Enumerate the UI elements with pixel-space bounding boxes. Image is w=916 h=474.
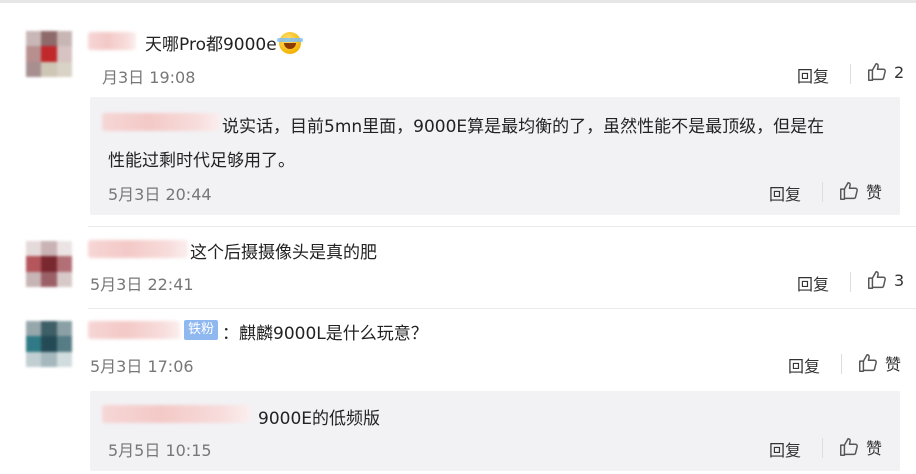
comment-text: 天哪Pro都9000e bbox=[145, 30, 303, 55]
action-divider bbox=[850, 64, 851, 84]
avatar-pixel bbox=[56, 351, 72, 367]
reply-username[interactable] bbox=[102, 405, 250, 423]
avatar-pixel bbox=[41, 271, 57, 287]
avatar-pixel bbox=[41, 46, 57, 62]
reply-username[interactable] bbox=[102, 113, 220, 131]
reply-text-line-1: 说实话，目前5mn里面，9000E算是最均衡的了，虽然性能不是最顶级，但是在 bbox=[222, 117, 825, 137]
thumbs-up-icon bbox=[840, 182, 858, 200]
comment-text: ：麒麟9000L是什么玩意？ bbox=[222, 324, 428, 344]
comment-time: 5月3日 17:06 bbox=[90, 357, 194, 376]
reply-2: 9000E的低频版 5月5日 10:15 回复 赞 bbox=[90, 391, 900, 471]
like-button[interactable]: 赞 bbox=[838, 179, 882, 203]
like-label: 赞 bbox=[866, 183, 883, 202]
avatar-pixel bbox=[56, 61, 72, 77]
avatar[interactable] bbox=[26, 241, 72, 287]
avatar-pixel bbox=[56, 241, 72, 257]
avatar-pixel bbox=[41, 256, 57, 272]
like-count: 2 bbox=[894, 62, 905, 82]
thumbs-up-icon bbox=[840, 438, 858, 456]
username[interactable] bbox=[88, 32, 136, 50]
reply-1: 说实话，目前5mn里面，9000E算是最均衡的了，虽然性能不是最顶级，但是在 性… bbox=[90, 97, 900, 215]
like-button[interactable]: 2 bbox=[866, 61, 904, 83]
reply-text-line-2: 性能过剩时代足够用了。 bbox=[108, 151, 295, 171]
reply-time: 5月3日 20:44 bbox=[108, 185, 212, 204]
action-divider bbox=[850, 272, 851, 292]
action-divider bbox=[822, 182, 823, 202]
avatar-pixel bbox=[56, 256, 72, 272]
avatar[interactable] bbox=[26, 31, 72, 77]
comment-text: 这个后摄摄像头是真的肥 bbox=[190, 243, 377, 263]
action-divider bbox=[822, 438, 823, 458]
fan-badge[interactable]: 铁粉 bbox=[184, 320, 219, 340]
avatar[interactable] bbox=[26, 321, 72, 367]
avatar-pixel bbox=[41, 241, 57, 257]
reply-button[interactable]: 回复 bbox=[788, 353, 820, 377]
avatar-pixel bbox=[41, 31, 57, 47]
thumbs-up-icon bbox=[868, 63, 886, 81]
avatar-pixel bbox=[26, 46, 42, 62]
avatar-pixel bbox=[41, 61, 57, 77]
username[interactable] bbox=[88, 321, 180, 339]
avatar-pixel bbox=[26, 241, 42, 257]
reply-button[interactable]: 回复 bbox=[769, 437, 801, 461]
comment-3: 铁粉 ：麒麟9000L是什么玩意？ 5月3日 17:06 回复 赞 bbox=[0, 309, 916, 389]
avatar-pixel bbox=[26, 351, 42, 367]
avatar-pixel bbox=[26, 271, 42, 287]
like-button[interactable]: 赞 bbox=[838, 435, 882, 459]
reply-button[interactable]: 回复 bbox=[797, 63, 829, 87]
action-divider bbox=[841, 354, 842, 374]
comment-2: 这个后摄摄像头是真的肥 5月3日 22:41 回复 3 bbox=[0, 227, 916, 307]
comment-1: 天哪Pro都9000e 月3日 19:08 回复 2 bbox=[0, 0, 916, 95]
comment-time: 月3日 19:08 bbox=[102, 68, 196, 87]
avatar-pixel bbox=[56, 271, 72, 287]
avatar-pixel bbox=[56, 31, 72, 47]
avatar-pixel bbox=[56, 336, 72, 352]
thumbs-up-icon bbox=[868, 271, 886, 289]
avatar-pixel bbox=[41, 351, 57, 367]
comment-time: 5月3日 22:41 bbox=[90, 275, 194, 294]
avatar-pixel bbox=[26, 336, 42, 352]
reply-time: 5月5日 10:15 bbox=[108, 441, 212, 460]
username[interactable] bbox=[88, 240, 188, 258]
laughing-tears-emoji-icon bbox=[276, 32, 303, 54]
reply-button[interactable]: 回复 bbox=[769, 181, 801, 205]
like-count: 3 bbox=[894, 270, 905, 290]
reply-text: 9000E的低频版 bbox=[258, 409, 381, 429]
avatar-pixel bbox=[26, 61, 42, 77]
like-label: 赞 bbox=[866, 439, 883, 458]
avatar-pixel bbox=[41, 321, 57, 337]
reply-button[interactable]: 回复 bbox=[797, 271, 829, 295]
thumbs-up-icon bbox=[859, 354, 877, 372]
avatar-pixel bbox=[26, 256, 42, 272]
avatar-pixel bbox=[56, 321, 72, 337]
like-button[interactable]: 赞 bbox=[857, 351, 901, 375]
like-label: 赞 bbox=[885, 355, 902, 374]
like-button[interactable]: 3 bbox=[866, 269, 904, 291]
avatar-pixel bbox=[41, 336, 57, 352]
avatar-pixel bbox=[26, 31, 42, 47]
avatar-pixel bbox=[26, 321, 42, 337]
avatar-pixel bbox=[56, 46, 72, 62]
